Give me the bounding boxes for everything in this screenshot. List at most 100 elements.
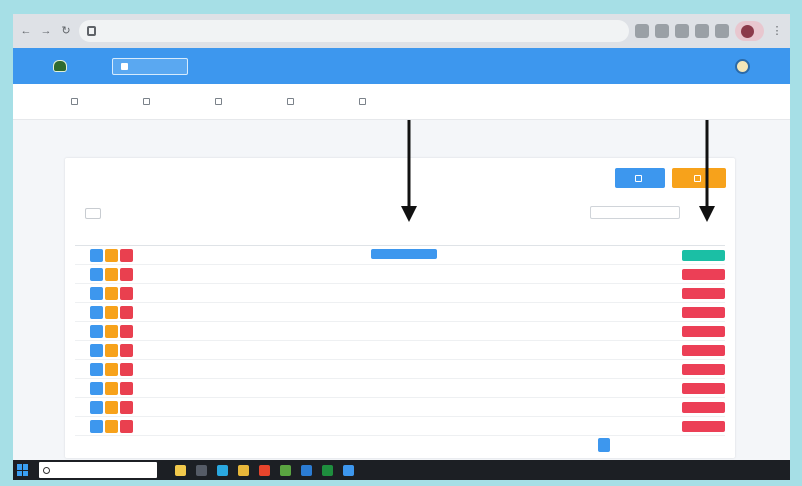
edit-icon[interactable]	[105, 419, 118, 433]
search-input[interactable]	[590, 206, 680, 219]
status-badge	[682, 325, 725, 337]
taskbar-search[interactable]	[39, 462, 157, 478]
page-button-3[interactable]	[630, 438, 642, 452]
page-button-5[interactable]	[662, 438, 674, 452]
bookmark-icon[interactable]	[675, 24, 689, 38]
view-icon[interactable]	[90, 381, 103, 395]
edit-icon[interactable]	[105, 381, 118, 395]
edit-icon[interactable]	[105, 343, 118, 357]
row-tag-cell	[673, 268, 725, 280]
table-row[interactable]	[75, 360, 725, 379]
profile-button[interactable]	[735, 21, 764, 41]
view-icon[interactable]	[90, 286, 103, 300]
search-icon	[43, 466, 50, 474]
page-button-7[interactable]	[694, 438, 706, 452]
row-tag-cell	[673, 325, 725, 337]
page-button-6[interactable]	[678, 438, 690, 452]
delete-icon[interactable]	[120, 248, 133, 262]
table-row[interactable]	[75, 341, 725, 360]
menu-item-5[interactable]	[359, 98, 409, 105]
view-icon[interactable]	[90, 419, 103, 433]
delete-icon[interactable]	[120, 381, 133, 395]
edit-icon[interactable]	[105, 248, 118, 262]
table-row[interactable]	[75, 265, 725, 284]
edit-icon[interactable]	[105, 286, 118, 300]
row-actions	[75, 343, 153, 357]
primary-action-button[interactable]	[615, 168, 665, 188]
delete-icon[interactable]	[120, 362, 133, 376]
delete-icon[interactable]	[120, 267, 133, 281]
delete-icon[interactable]	[120, 305, 133, 319]
row-actions	[75, 362, 153, 376]
avatar	[735, 58, 750, 74]
table-row[interactable]	[75, 417, 725, 436]
delete-icon[interactable]	[120, 419, 133, 433]
home-icon	[121, 62, 128, 70]
table-row[interactable]	[75, 322, 725, 341]
table-row[interactable]	[75, 246, 725, 265]
edit-icon[interactable]	[105, 324, 118, 338]
reload-icon[interactable]: ↻	[59, 24, 73, 38]
edit-icon[interactable]	[105, 400, 118, 414]
menu-item-4[interactable]	[287, 98, 337, 105]
share-icon[interactable]	[655, 24, 669, 38]
taskbar-app-chrome[interactable]	[259, 464, 270, 476]
start-icon[interactable]	[17, 464, 29, 476]
entries-length-control	[81, 208, 105, 219]
user-menu[interactable]	[729, 58, 750, 74]
view-icon[interactable]	[90, 267, 103, 281]
edit-icon[interactable]	[105, 267, 118, 281]
forward-icon[interactable]: →	[39, 24, 53, 38]
dashboard-button[interactable]	[112, 57, 188, 75]
page-button-1[interactable]	[598, 438, 610, 452]
table-row[interactable]	[75, 398, 725, 417]
taskbar-app-excel[interactable]	[322, 464, 333, 476]
menu-item-2[interactable]	[143, 98, 193, 105]
table-row[interactable]	[75, 379, 725, 398]
logo-icon	[53, 60, 67, 72]
delete-icon[interactable]	[120, 343, 133, 357]
delete-icon[interactable]	[120, 286, 133, 300]
view-icon[interactable]	[90, 343, 103, 357]
taskbar-app-folder[interactable]	[175, 464, 186, 476]
page-button-2[interactable]	[614, 438, 626, 452]
row-tag-cell	[673, 401, 725, 413]
view-icon[interactable]	[90, 400, 103, 414]
table-row[interactable]	[75, 284, 725, 303]
row-actions	[75, 267, 153, 281]
delete-icon[interactable]	[120, 400, 133, 414]
view-icon[interactable]	[90, 248, 103, 262]
status-badge	[682, 249, 725, 261]
taskbar-app-explorer[interactable]	[238, 464, 249, 476]
view-icon[interactable]	[90, 305, 103, 319]
edit-icon[interactable]	[105, 305, 118, 319]
menu-item-3[interactable]	[215, 98, 265, 105]
browser-menu-icon[interactable]: ⋮	[770, 24, 784, 38]
edit-icon[interactable]	[105, 362, 118, 376]
delete-icon[interactable]	[120, 324, 133, 338]
taskbar-app-edge[interactable]	[217, 464, 228, 476]
row-tag-cell	[673, 344, 725, 356]
extension-icon[interactable]	[635, 24, 649, 38]
row-tag-cell	[673, 306, 725, 318]
back-icon[interactable]: ←	[19, 24, 33, 38]
download-icon[interactable]	[715, 24, 729, 38]
row-actions	[75, 400, 153, 414]
taskbar-app-store[interactable]	[280, 464, 291, 476]
row-actions	[75, 286, 153, 300]
address-bar[interactable]	[79, 20, 629, 42]
row-actions	[75, 324, 153, 338]
tab-search-icon[interactable]	[695, 24, 709, 38]
table-row[interactable]	[75, 303, 725, 322]
page-button-4[interactable]	[646, 438, 658, 452]
row-tag-cell	[673, 249, 725, 261]
menu-item-1[interactable]	[71, 98, 121, 105]
taskbar-app-word[interactable]	[301, 464, 312, 476]
taskbar-app-taskview[interactable]	[196, 464, 207, 476]
menu-icon-4	[287, 98, 294, 105]
entries-select[interactable]	[85, 208, 101, 219]
taskbar-app-mail[interactable]	[343, 464, 354, 476]
view-icon[interactable]	[90, 324, 103, 338]
app-logo[interactable]	[53, 60, 72, 72]
view-icon[interactable]	[90, 362, 103, 376]
